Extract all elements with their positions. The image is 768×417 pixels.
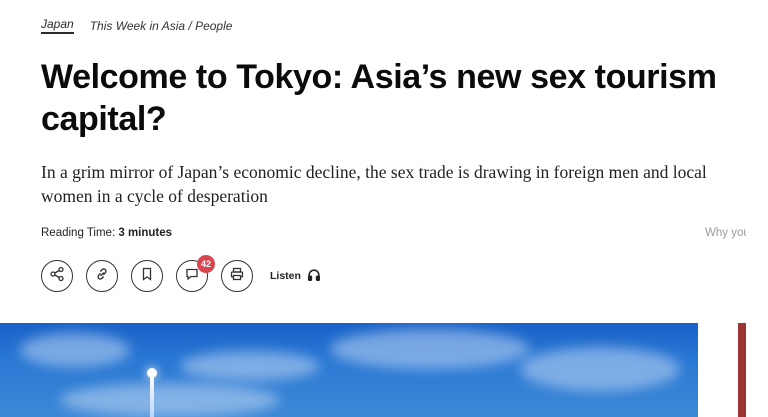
listen-button[interactable]: Listen — [270, 268, 321, 285]
bookmark-button[interactable] — [131, 260, 163, 292]
headphones-icon — [307, 268, 321, 285]
hero-image — [0, 323, 698, 417]
link-icon — [94, 266, 110, 287]
reading-time: Reading Time: 3 minutes — [41, 227, 172, 239]
copy-link-button[interactable] — [86, 260, 118, 292]
comments-button[interactable]: 42 — [176, 255, 215, 292]
comment-count-badge: 42 — [197, 255, 215, 273]
reading-time-value: 3 minutes — [118, 227, 173, 239]
article-toolbar: 42 Listen — [41, 255, 321, 292]
reading-time-label: Reading Time: — [41, 227, 119, 239]
listen-label: Listen — [270, 270, 301, 282]
share-icon — [49, 266, 65, 287]
article-subtitle: In a grim mirror of Japan’s economic dec… — [41, 162, 707, 206]
viewport-edge — [746, 0, 768, 417]
share-button[interactable] — [41, 260, 73, 292]
print-button[interactable] — [221, 260, 253, 292]
article-title: Welcome to Tokyo: Asia’s new sex tourism… — [41, 58, 717, 138]
sidebar-ad-strip — [738, 323, 746, 417]
print-icon — [229, 266, 245, 287]
article-page: Japan This Week in Asia / People Welcome… — [0, 0, 768, 417]
bookmark-icon — [139, 266, 155, 287]
breadcrumb-japan[interactable]: Japan — [41, 17, 74, 34]
breadcrumb: Japan This Week in Asia / People — [41, 17, 232, 34]
tokyo-tower — [150, 375, 154, 417]
breadcrumb-section[interactable]: This Week in Asia / People — [90, 19, 233, 33]
why-you-link[interactable]: Why you — [705, 227, 750, 239]
